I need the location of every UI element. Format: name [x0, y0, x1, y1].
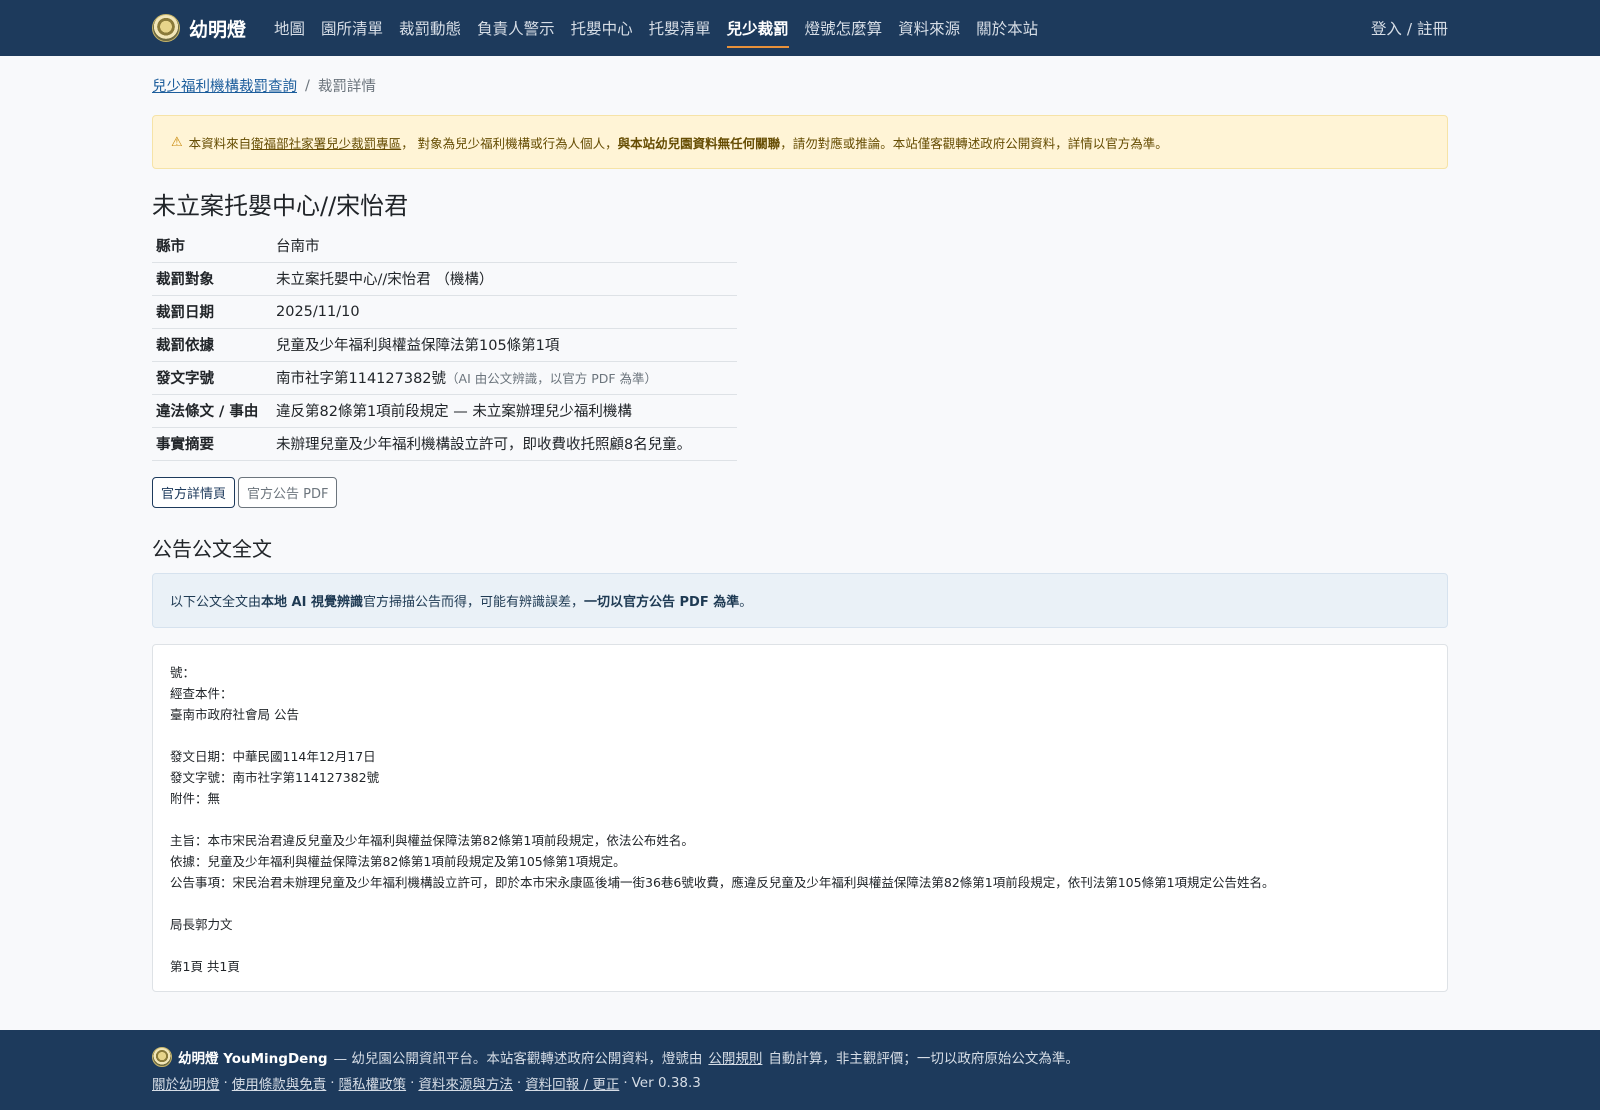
nav-link-kindergarten-list[interactable]: 園所清單: [313, 0, 391, 56]
doc-line: 臺南市政府社會局 公告: [170, 706, 299, 722]
footer-version: Ver 0.38.3: [631, 1075, 701, 1091]
footer-tagline-suffix: 自動計算，非主觀評價；一切以政府原始公文為準。: [768, 1051, 1079, 1067]
info-value: 兒童及少年福利與權益保障法第105條第1項: [272, 328, 737, 362]
footer-separator: ·: [410, 1075, 415, 1091]
doc-line: [170, 725, 1430, 746]
footer-separator: ·: [330, 1075, 335, 1091]
official-detail-button[interactable]: 官方詳情頁: [152, 476, 236, 508]
doc-line: [170, 935, 1430, 956]
footer-link-terms[interactable]: 使用條款與免責: [232, 1073, 327, 1093]
info-value: 台南市: [272, 229, 737, 263]
nav-links: 地圖 園所清單 裁罰動態 負責人警示 托嬰中心 托嬰清單 兒少裁罰 燈號怎麼算 …: [266, 0, 1046, 56]
doc-line: 發文字號：南市社字第114127382號: [170, 769, 380, 785]
warning-prefix: 本資料來自: [188, 135, 252, 151]
brand-home-link[interactable]: 幼明燈: [152, 14, 246, 42]
doc-line: 附件：無: [170, 790, 221, 806]
info-value: 南市社字第114127382號（AI 由公文辨識，以官方 PDF 為準）: [272, 361, 737, 395]
note-middle: 官方掃描公告而得，可能有辨識誤差，: [362, 594, 584, 610]
breadcrumb-separator: /: [305, 77, 310, 94]
brand-logo-icon: [152, 14, 180, 42]
doc-line: 第1頁 共1頁: [170, 958, 240, 974]
info-key: 違法條文 / 事由: [152, 394, 272, 428]
info-value: 違反第82條第1項前段規定 — 未立案辦理兒少福利機構: [272, 394, 737, 428]
top-navbar: 幼明燈 地圖 園所清單 裁罰動態 負責人警示 托嬰中心 托嬰清單 兒少裁罰 燈號…: [0, 0, 1600, 56]
footer-separator: ·: [516, 1075, 522, 1091]
breadcrumb-current: 裁罰詳情: [317, 79, 376, 95]
footer-logo-icon: [152, 1047, 172, 1067]
footer-separator: ·: [223, 1075, 228, 1091]
footer-link-sources[interactable]: 資料來源與方法: [418, 1073, 513, 1093]
nav-link-light-calculation[interactable]: 燈號怎麼算: [797, 0, 891, 56]
breadcrumb-parent-link[interactable]: 兒少福利機構裁罰查詢: [152, 75, 297, 96]
official-pdf-button[interactable]: 官方公告 PDF: [238, 476, 338, 508]
info-row-date: 裁罰日期 2025/11/10: [152, 295, 737, 329]
doc-line: 發文日期：中華民國114年12月17日: [170, 748, 376, 764]
warning-middle: ， 對象為兒少福利機構或行為人個人，: [401, 135, 618, 151]
footer-tagline-prefix: — 幼兒園公開資訊平台。本站客觀轉述政府公開資料，燈號由: [333, 1051, 703, 1067]
nav-link-child-penalties[interactable]: 兒少裁罰: [719, 0, 797, 56]
info-row-county: 縣市 台南市: [152, 229, 737, 263]
login-register-link[interactable]: 登入 / 註冊: [1371, 17, 1448, 39]
footer-tagline-row: 幼明燈 YouMingDeng — 幼兒園公開資訊平台。本站客觀轉述政府公開資料…: [152, 1045, 1448, 1069]
doc-line: [170, 893, 1430, 914]
info-row-summary: 事實摘要 未辦理兒童及少年福利機構設立許可，即收費收托照顧8名兒童。: [152, 427, 737, 461]
doc-number: 南市社字第114127382號: [276, 371, 447, 387]
nav-link-map[interactable]: 地圖: [266, 0, 313, 56]
footer-separator: ·: [623, 1075, 628, 1091]
info-key: 縣市: [152, 229, 272, 263]
footer-rules-link[interactable]: 公開規則: [708, 1047, 762, 1067]
info-value: 未辦理兒童及少年福利機構設立許可，即收費收托照顧8名兒童。: [272, 427, 737, 461]
breadcrumb: 兒少福利機構裁罰查詢 / 裁罰詳情: [152, 75, 1448, 96]
doc-line: 公告事項：宋民治君未辦理兒童及少年福利機構設立許可，即於本市宋永康區後埔一街36…: [170, 874, 1275, 890]
info-key: 裁罰依據: [152, 328, 272, 362]
note-prefix: 以下公文全文由: [170, 594, 262, 610]
action-buttons: 官方詳情頁 官方公告 PDF: [152, 476, 1448, 508]
footer-link-report[interactable]: 資料回報 / 更正: [525, 1073, 619, 1093]
info-row-doc-no: 發文字號 南市社字第114127382號（AI 由公文辨識，以官方 PDF 為準…: [152, 361, 737, 395]
document-fulltext-box: 號： 經查本件： 臺南市政府社會局 公告 發文日期：中華民國114年12月17日…: [152, 643, 1448, 992]
footer-link-about[interactable]: 關於幼明燈: [152, 1073, 220, 1093]
brand-name: 幼明燈: [189, 18, 247, 41]
nav-link-daycare-list[interactable]: 托嬰清單: [641, 0, 719, 56]
ai-recognition-alert: 以下公文全文由 本地 AI 視覺辨識 官方掃描公告而得，可能有辨識誤差， 一切以官方公…: [152, 572, 1448, 628]
nav-link-data-sources[interactable]: 資料來源: [890, 0, 968, 56]
note-bold-ai: 本地 AI 視覺辨識: [261, 594, 363, 610]
info-row-violation: 違法條文 / 事由 違反第82條第1項前段規定 — 未立案辦理兒少福利機構: [152, 394, 737, 428]
warning-triangle-icon: ⚠: [171, 134, 183, 150]
nav-link-penalty-news[interactable]: 裁罰動態: [391, 0, 469, 56]
info-row-target: 裁罰對象 未立案托嬰中心//宋怡君 （機構）: [152, 262, 737, 296]
footer-link-privacy[interactable]: 隱私權政策: [339, 1073, 407, 1093]
fulltext-heading: 公告公文全文: [152, 536, 272, 561]
source-warning-alert: ⚠ 本資料來自 衛福部社家署兒少裁罰專區 ， 對象為兒少福利機構或行為人個人， …: [152, 115, 1448, 169]
doc-line: 經查本件：: [170, 685, 233, 701]
info-key: 裁罰對象: [152, 262, 272, 296]
info-key: 發文字號: [152, 361, 272, 395]
doc-line: 依據：兒童及少年福利與權益保障法第82條第1項前段規定及第105條第1項規定。: [170, 853, 626, 869]
info-key: 事實摘要: [152, 427, 272, 461]
footer-links-row: 關於幼明燈 · 使用條款與免責 · 隱私權政策 · 資料來源與方法 · 資料回報…: [152, 1071, 1448, 1095]
doc-line: 主旨：本市宋民治君違反兒童及少年福利與權益保障法第82條第1項前段規定，依法公布…: [170, 832, 694, 848]
penalty-info-table: 縣市 台南市 裁罰對象 未立案托嬰中心//宋怡君 （機構） 裁罰日期 2025/…: [152, 229, 737, 461]
doc-line: 號：: [170, 664, 196, 680]
warning-suffix: ，請勿對應或推論。本站僅客觀轉述政府公開資料，詳情以官方為準。: [780, 135, 1168, 151]
doc-line: 局長郭力文: [170, 916, 233, 932]
info-value: 未立案托嬰中心//宋怡君 （機構）: [272, 262, 737, 296]
doc-line: [170, 809, 1430, 830]
ai-recognition-note: （AI 由公文辨識，以官方 PDF 為準）: [446, 371, 658, 386]
nav-link-about[interactable]: 關於本站: [968, 0, 1046, 56]
info-row-basis: 裁罰依據 兒童及少年福利與權益保障法第105條第1項: [152, 328, 737, 362]
main-content: 兒少福利機構裁罰查詢 / 裁罰詳情 ⚠ 本資料來自 衛福部社家署兒少裁罰專區 ，…: [0, 75, 1600, 992]
site-footer: 幼明燈 YouMingDeng — 幼兒園公開資訊平台。本站客觀轉述政府公開資料…: [0, 1030, 1600, 1110]
nav-link-daycare-centers[interactable]: 托嬰中心: [563, 0, 641, 56]
note-bold-official: 一切以官方公告 PDF 為準: [583, 594, 740, 610]
info-value: 2025/11/10: [272, 295, 737, 329]
warning-source-link[interactable]: 衛福部社家署兒少裁罰專區: [251, 133, 401, 152]
page-title: 未立案托嬰中心//宋怡君: [152, 192, 409, 220]
info-key: 裁罰日期: [152, 295, 272, 329]
note-suffix: 。: [739, 594, 753, 610]
warning-bold: 與本站幼兒園資料無任何關聯: [617, 135, 781, 151]
nav-link-owner-warnings[interactable]: 負責人警示: [469, 0, 563, 56]
footer-brand: 幼明燈 YouMingDeng: [178, 1051, 328, 1067]
